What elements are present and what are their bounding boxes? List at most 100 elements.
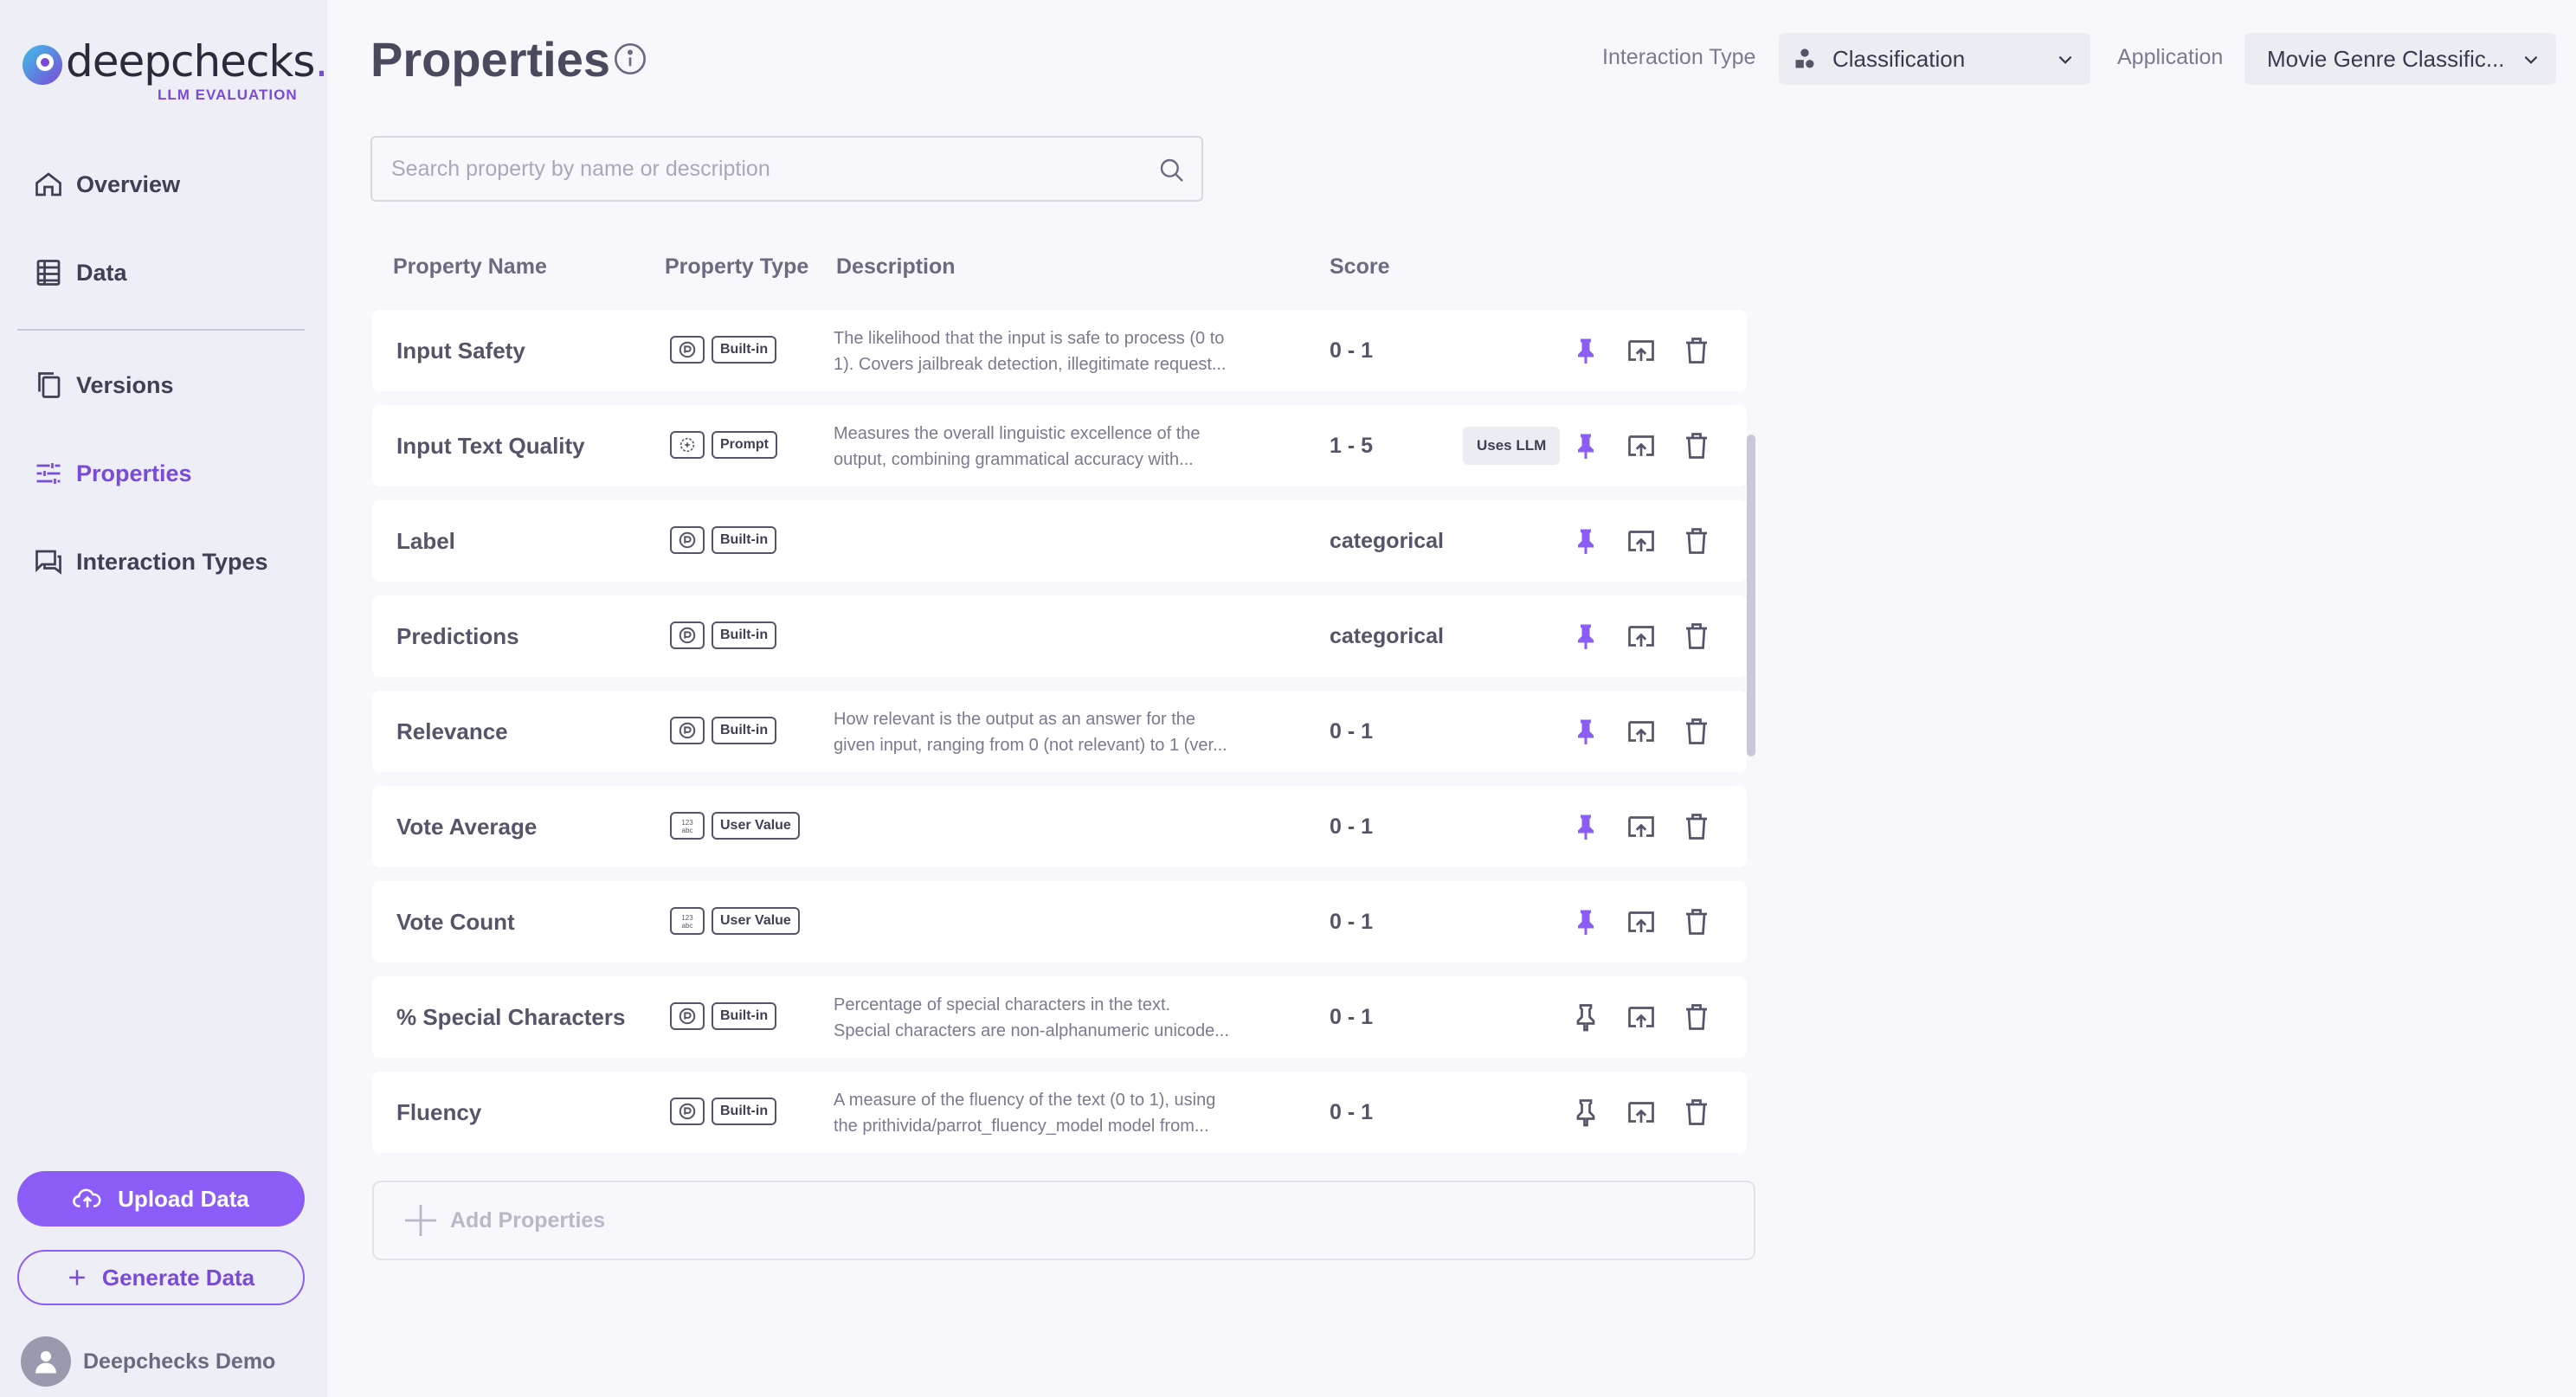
svg-text:abc: abc bbox=[682, 922, 693, 930]
description-line: Percentage of special characters in the … bbox=[834, 995, 1171, 1014]
export-icon[interactable] bbox=[1622, 522, 1660, 560]
description-line: A measure of the fluency of the text (0 … bbox=[834, 1091, 1216, 1110]
svg-text:123: 123 bbox=[681, 819, 693, 827]
description-line: Measures the overall linguistic excellen… bbox=[834, 424, 1201, 443]
shapes-icon bbox=[1795, 48, 1814, 68]
export-icon[interactable] bbox=[1622, 332, 1660, 370]
nav-item-interaction-types[interactable]: Interaction Types bbox=[33, 536, 310, 588]
property-score: 0 - 1 bbox=[1330, 1099, 1374, 1124]
brand-logo[interactable]: deepchecks. LLM EVALUATION bbox=[21, 36, 328, 109]
generate-data-button[interactable]: Generate Data bbox=[17, 1250, 305, 1305]
user-profile[interactable]: Deepchecks Demo bbox=[21, 1336, 275, 1387]
property-type: Built-in bbox=[670, 717, 777, 744]
trash-icon[interactable] bbox=[1678, 808, 1716, 846]
interaction-type-label: Interaction Type bbox=[1602, 45, 1756, 69]
export-icon[interactable] bbox=[1622, 1093, 1660, 1131]
description-line: output, combining grammatical accuracy w… bbox=[834, 450, 1194, 469]
chat-icon bbox=[35, 550, 61, 575]
interaction-type-select[interactable]: Classification bbox=[1779, 33, 2090, 85]
user-icon bbox=[35, 1351, 56, 1374]
nav-label: Versions bbox=[76, 371, 174, 398]
scrollbar[interactable] bbox=[1747, 435, 1755, 756]
pin-filled-icon[interactable] bbox=[1567, 712, 1605, 750]
property-name: Input Text Quality bbox=[396, 432, 585, 459]
property-name: Input Safety bbox=[396, 337, 525, 364]
trash-icon[interactable] bbox=[1678, 522, 1716, 560]
export-icon[interactable] bbox=[1622, 998, 1660, 1036]
nav-item-versions[interactable]: Versions bbox=[33, 359, 310, 411]
add-properties-button[interactable]: Add Properties bbox=[372, 1181, 1755, 1260]
table-row[interactable]: % Special Characters Built-in Percentage… bbox=[372, 976, 1747, 1058]
property-name: Fluency bbox=[396, 1098, 482, 1125]
trash-icon[interactable] bbox=[1678, 903, 1716, 941]
export-icon[interactable] bbox=[1622, 712, 1660, 750]
builtin-icon bbox=[670, 1098, 705, 1125]
nav-item-data[interactable]: Data bbox=[33, 247, 310, 299]
export-icon[interactable] bbox=[1622, 808, 1660, 846]
table-row[interactable]: Input Text Quality Prompt Measures the o… bbox=[372, 405, 1747, 486]
property-type: Built-in bbox=[670, 621, 777, 649]
uses-llm-badge: Uses LLM bbox=[1463, 427, 1561, 465]
builtin-icon bbox=[670, 717, 705, 744]
pin-icon[interactable] bbox=[1567, 998, 1605, 1036]
table-row[interactable]: Vote Average 123 abc User Value 0 - 1 bbox=[372, 786, 1747, 867]
table-row[interactable]: Input Safety Built-in The likelihood tha… bbox=[372, 310, 1747, 391]
property-type-tag: Built-in bbox=[712, 526, 777, 554]
table-row[interactable]: Fluency Built-in A measure of the fluenc… bbox=[372, 1072, 1747, 1153]
search-icon[interactable] bbox=[1158, 157, 1186, 184]
brand-subtitle: LLM EVALUATION bbox=[158, 87, 298, 103]
application-select[interactable]: Movie Genre Classific... bbox=[2244, 33, 2556, 85]
export-icon[interactable] bbox=[1622, 427, 1660, 465]
svg-text:abc: abc bbox=[682, 827, 693, 834]
trash-icon[interactable] bbox=[1678, 617, 1716, 655]
pin-icon[interactable] bbox=[1567, 1093, 1605, 1131]
property-description: How relevant is the output as an answer … bbox=[834, 706, 1284, 758]
add-properties-label: Add Properties bbox=[450, 1207, 606, 1233]
trash-icon[interactable] bbox=[1678, 1093, 1716, 1131]
property-description: Measures the overall linguistic excellen… bbox=[834, 421, 1284, 473]
nav-item-properties[interactable]: Properties bbox=[33, 447, 310, 499]
builtin-icon bbox=[670, 621, 705, 649]
property-type: Built-in bbox=[670, 526, 777, 554]
pin-filled-icon[interactable] bbox=[1567, 332, 1605, 370]
pin-filled-icon[interactable] bbox=[1567, 617, 1605, 655]
property-name: Vote Count bbox=[396, 908, 515, 935]
trash-icon[interactable] bbox=[1678, 998, 1716, 1036]
home-icon bbox=[35, 172, 61, 196]
table-row[interactable]: Label Built-in categorical bbox=[372, 500, 1747, 582]
property-type-tag: User Value bbox=[712, 812, 800, 840]
pin-filled-icon[interactable] bbox=[1567, 522, 1605, 560]
copy-icon bbox=[38, 372, 61, 398]
cloud-upload-icon bbox=[73, 1188, 101, 1207]
plus-icon bbox=[69, 1270, 85, 1285]
property-type-tag: Built-in bbox=[712, 717, 777, 744]
property-score: 0 - 1 bbox=[1330, 909, 1374, 934]
pin-filled-icon[interactable] bbox=[1567, 903, 1605, 941]
table-icon bbox=[36, 260, 61, 286]
pin-filled-icon[interactable] bbox=[1567, 427, 1605, 465]
trash-icon[interactable] bbox=[1678, 427, 1716, 465]
trash-icon[interactable] bbox=[1678, 332, 1716, 370]
nav-item-overview[interactable]: Overview bbox=[33, 158, 310, 210]
nav-label: Properties bbox=[76, 460, 192, 486]
export-icon[interactable] bbox=[1622, 903, 1660, 941]
export-icon[interactable] bbox=[1622, 617, 1660, 655]
column-header-name: Property Name bbox=[393, 254, 547, 279]
upload-data-button[interactable]: Upload Data bbox=[17, 1171, 305, 1226]
property-description: A measure of the fluency of the text (0 … bbox=[834, 1087, 1284, 1139]
nav-divider bbox=[17, 329, 305, 331]
property-type-tag: Prompt bbox=[712, 431, 777, 459]
property-name: % Special Characters bbox=[396, 1003, 626, 1030]
info-icon[interactable] bbox=[613, 42, 647, 76]
table-row[interactable]: Vote Count 123 abc User Value 0 - 1 bbox=[372, 881, 1747, 962]
prompt-icon bbox=[670, 431, 705, 459]
search-input[interactable] bbox=[372, 138, 1201, 200]
sliders-icon bbox=[36, 463, 61, 484]
property-type-tag: Built-in bbox=[712, 621, 777, 649]
chevron-down-icon bbox=[2524, 55, 2538, 64]
table-row[interactable]: Predictions Built-in categorical bbox=[372, 595, 1747, 677]
trash-icon[interactable] bbox=[1678, 712, 1716, 750]
pin-filled-icon[interactable] bbox=[1567, 808, 1605, 846]
table-row[interactable]: Relevance Built-in How relevant is the o… bbox=[372, 691, 1747, 772]
property-name: Predictions bbox=[396, 622, 519, 649]
